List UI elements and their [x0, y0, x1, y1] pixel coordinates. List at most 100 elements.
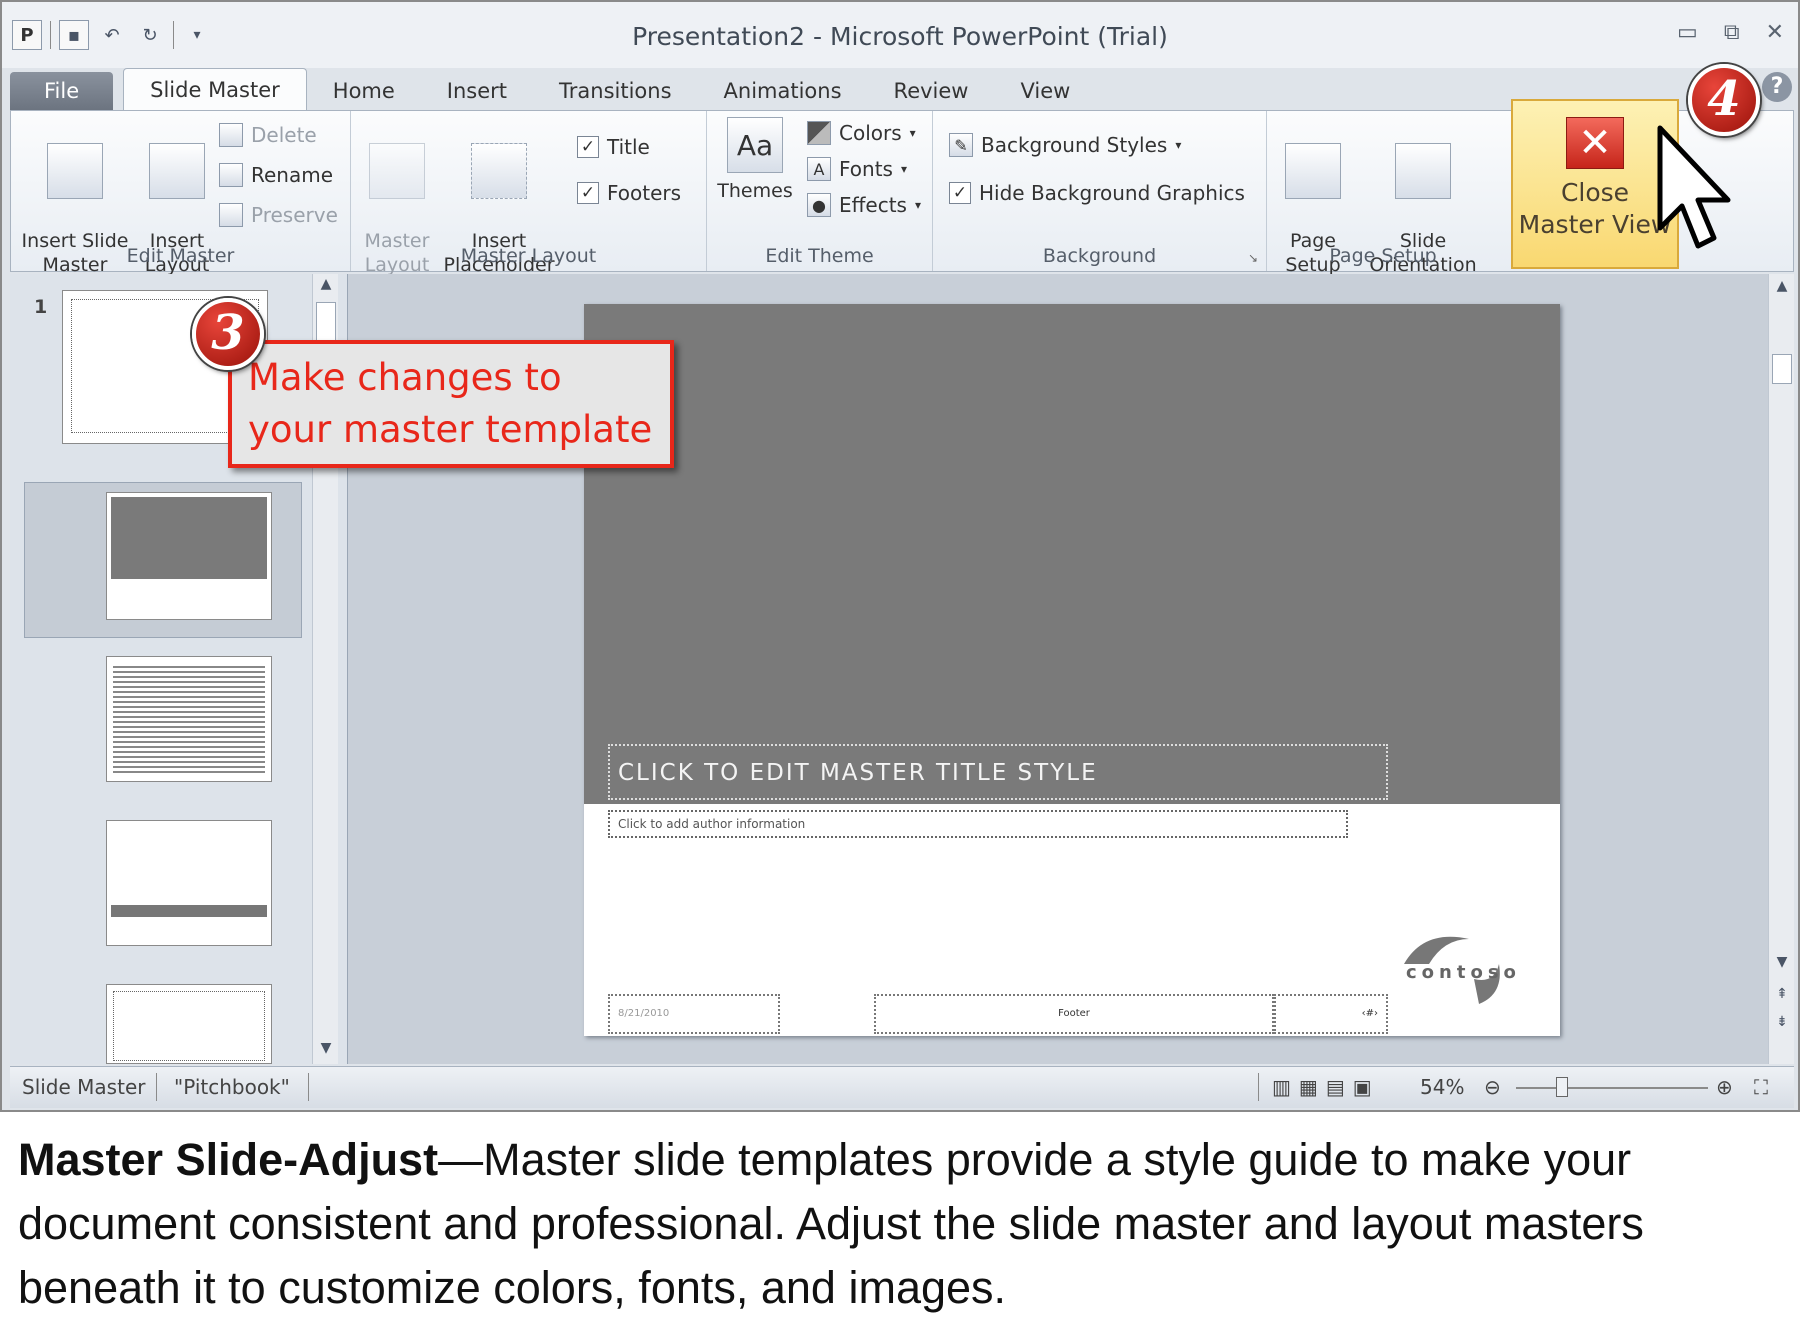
status-bar: Slide Master "Pitchbook" ▥▦▤▣ 54% ⊖ ⊕ ⛶ [10, 1066, 1794, 1108]
group-master-layout: Master Layout Insert Placeholder ✓ Title … [351, 111, 707, 276]
rename-icon [219, 163, 243, 187]
tab-file[interactable]: File [10, 72, 114, 110]
caption-heading: Master Slide-Adjust [18, 1134, 439, 1185]
status-theme-name[interactable]: "Pitchbook" [174, 1075, 290, 1099]
tab-home[interactable]: Home [307, 72, 421, 110]
tab-animations[interactable]: Animations [698, 72, 868, 110]
slide-title-band [584, 304, 1560, 804]
thumbnail-band [111, 905, 267, 917]
contoso-logo-text: contoso [1406, 962, 1521, 983]
scroll-down-icon[interactable]: ▼ [1769, 954, 1795, 970]
author-placeholder[interactable]: Click to add author information [608, 810, 1348, 838]
close-window-icon[interactable]: ✕ [1766, 20, 1784, 45]
scroll-up-icon[interactable]: ▲ [1769, 278, 1795, 294]
slide-number-placeholder[interactable]: ‹#› [1274, 994, 1388, 1034]
previous-slide-icon[interactable]: ⇞ [1769, 986, 1795, 1002]
tab-insert[interactable]: Insert [421, 72, 533, 110]
scroll-thumb[interactable] [1772, 354, 1792, 384]
thumbnail-layout-section[interactable] [106, 820, 272, 946]
master-layout-icon [369, 143, 425, 199]
effects-chevron-down-icon: ▾ [914, 198, 922, 212]
status-separator [308, 1073, 309, 1101]
colors-chevron-down-icon: ▾ [909, 126, 916, 140]
footers-checkbox-check-icon: ✓ [577, 182, 599, 204]
group-label-edit-theme: Edit Theme [765, 245, 874, 267]
window-title: Presentation2 - Microsoft PowerPoint (Tr… [632, 22, 1168, 51]
fit-to-window-icon[interactable]: ⛶ [1754, 1075, 1768, 1099]
thumbnail-layout-title[interactable] [106, 492, 272, 620]
thumbnail-band [111, 497, 267, 579]
hide-background-graphics-check-icon: ✓ [949, 182, 971, 204]
group-label-background: Background [1042, 245, 1157, 267]
colors-button[interactable]: Colors ▾ [807, 121, 916, 145]
next-slide-icon[interactable]: ⇟ [1769, 1014, 1795, 1030]
background-styles-icon: ✎ [949, 133, 973, 157]
status-view-name: Slide Master [22, 1075, 146, 1099]
powerpoint-window: P ▪ ↶ ↻ ▾ Presentation2 - Microsoft Powe… [0, 0, 1800, 1112]
fonts-button[interactable]: A Fonts ▾ [807, 157, 907, 181]
delete-button[interactable]: Delete [219, 123, 317, 147]
hide-background-graphics-checkbox[interactable]: ✓ Hide Background Graphics [949, 181, 1245, 205]
zoom-slider[interactable] [1516, 1087, 1708, 1089]
themes-button[interactable]: Aa Themes [715, 117, 795, 203]
footers-checkbox[interactable]: ✓ Footers [577, 181, 681, 205]
slide-sorter-icon[interactable]: ▦ [1299, 1075, 1326, 1099]
tab-transitions[interactable]: Transitions [533, 72, 698, 110]
rename-button[interactable]: Rename [219, 163, 333, 187]
step-3-callout-text: Make changes to your master template [248, 356, 653, 451]
zoom-out-icon[interactable]: ⊖ [1484, 1075, 1501, 1099]
background-dialog-launcher-icon[interactable]: ↘ [1248, 251, 1258, 265]
tab-slide-master[interactable]: Slide Master [123, 68, 307, 110]
group-page-setup: Page Setup Slide Orientation Page Setup [1267, 111, 1499, 276]
status-separator [156, 1073, 157, 1101]
footer-placeholder[interactable]: Footer [874, 994, 1274, 1034]
scroll-down-icon[interactable]: ▼ [313, 1040, 339, 1056]
ribbon: Insert Slide Master Insert Layout Delete… [10, 99, 1794, 276]
contoso-logo: contoso [1384, 924, 1524, 1014]
slide-canvas[interactable]: CLICK TO EDIT MASTER TITLE STYLE Click t… [584, 304, 1560, 1036]
thumbnail-layout-two-content[interactable] [106, 984, 272, 1064]
group-label-master-layout: Master Layout [460, 245, 597, 267]
scroll-thumb[interactable] [316, 302, 336, 342]
page-setup-icon [1285, 143, 1341, 199]
zoom-in-icon[interactable]: ⊕ [1716, 1075, 1733, 1099]
zoom-slider-handle[interactable] [1556, 1077, 1568, 1097]
background-styles-button[interactable]: ✎ Background Styles ▾ [949, 133, 1181, 157]
thumbnail-layout-content[interactable] [106, 656, 272, 782]
thumbnail-lines [113, 663, 265, 775]
title-checkbox[interactable]: ✓ Title [577, 135, 650, 159]
fonts-icon: A [807, 157, 831, 181]
colors-icon [807, 121, 831, 145]
fonts-chevron-down-icon: ▾ [900, 162, 907, 176]
group-label-edit-master: Edit Master [126, 245, 235, 267]
scroll-up-icon[interactable]: ▲ [313, 276, 339, 292]
slide-scrollbar[interactable]: ▲ ▼ ⇞ ⇟ [1768, 274, 1794, 1064]
preserve-icon [219, 203, 243, 227]
thumbnail-placeholder [113, 991, 265, 1061]
thumbnail-number: 1 [34, 296, 48, 318]
step-3-callout: Make changes to your master template [228, 340, 674, 468]
title-placeholder[interactable]: CLICK TO EDIT MASTER TITLE STYLE [608, 744, 1388, 800]
help-icon[interactable]: ? [1762, 72, 1792, 102]
window-controls: ▭ ⧉ ✕ [1677, 20, 1784, 45]
themes-icon: Aa [727, 117, 783, 173]
tab-view[interactable]: View [994, 72, 1096, 110]
slide-show-icon[interactable]: ▣ [1353, 1075, 1380, 1099]
close-master-view-icon: ✕ [1566, 117, 1624, 169]
group-edit-theme: Aa Themes Colors ▾ A Fonts ▾ ● Effects ▾ Edit… [707, 111, 933, 271]
view-buttons: ▥▦▤▣ [1272, 1075, 1380, 1099]
tab-review[interactable]: Review [868, 72, 995, 110]
restore-icon[interactable]: ⧉ [1724, 20, 1740, 45]
preserve-button[interactable]: Preserve [219, 203, 338, 227]
slide-orientation-icon [1395, 143, 1451, 199]
step-3-badge: 3 [192, 298, 264, 370]
zoom-level[interactable]: 54% [1420, 1075, 1464, 1099]
effects-button[interactable]: ● Effects ▾ [807, 193, 921, 217]
title-bar: P ▪ ↶ ↻ ▾ Presentation2 - Microsoft Powe… [2, 2, 1798, 68]
status-separator [1258, 1073, 1259, 1101]
date-placeholder[interactable]: 8/21/2010 [608, 994, 780, 1034]
reading-view-icon[interactable]: ▤ [1326, 1075, 1353, 1099]
normal-view-icon[interactable]: ▥ [1272, 1075, 1299, 1099]
minimize-icon[interactable]: ▭ [1677, 20, 1698, 45]
group-background: ✎ Background Styles ▾ ✓ Hide Background Gra… [933, 111, 1267, 271]
